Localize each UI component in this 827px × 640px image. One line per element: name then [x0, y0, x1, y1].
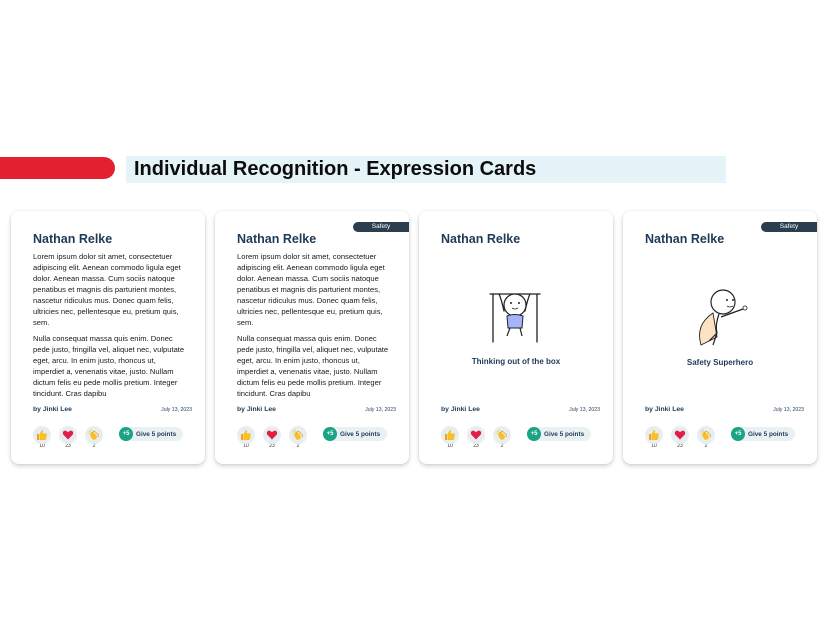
thumbs-up-reaction[interactable]: 10	[32, 426, 52, 449]
author-label: by Jinki Lee	[33, 406, 72, 413]
thumbs-up-icon	[241, 429, 251, 440]
thumbs-up-reaction[interactable]: 10	[236, 426, 256, 449]
expression-card[interactable]: Safety Nathan Relke Safety Superhero by …	[623, 211, 817, 464]
card-message: Lorem ipsum dolor sit amet, consectetuer…	[237, 251, 389, 399]
category-badge: Safety	[353, 222, 409, 232]
recipient-name: Nathan Relke	[441, 232, 521, 246]
clap-reaction[interactable]: 2	[696, 426, 716, 449]
box-character-illustration	[489, 293, 541, 343]
expression-card[interactable]: Nathan Relke Lorem ipsum dolor sit amet,…	[11, 211, 205, 464]
heart-reaction[interactable]: 23	[262, 426, 282, 449]
date-label: July 13, 2023	[569, 407, 600, 413]
points-badge: +5	[323, 427, 337, 441]
date-label: July 13, 2023	[365, 407, 396, 413]
message-paragraph: Nulla consequat massa quis enim. Donec p…	[237, 334, 389, 398]
recipient-name: Nathan Relke	[645, 232, 725, 246]
clap-icon	[700, 429, 711, 440]
author-label: by Jinki Lee	[441, 406, 480, 413]
expression-card[interactable]: Safety Nathan Relke Lorem ipsum dolor si…	[215, 211, 409, 464]
clap-icon	[292, 429, 303, 440]
page-title: Individual Recognition - Expression Card…	[134, 158, 537, 180]
heart-reaction[interactable]: 23	[466, 426, 486, 449]
superhero-character-illustration	[699, 289, 748, 346]
give-points-button[interactable]: +5 Give 5 points	[527, 427, 592, 441]
message-paragraph: Lorem ipsum dolor sit amet, consectetuer…	[237, 252, 385, 327]
message-paragraph: Lorem ipsum dolor sit amet, consectetuer…	[33, 252, 181, 327]
thumbs-up-icon	[649, 429, 659, 440]
clap-reaction[interactable]: 2	[84, 426, 104, 449]
thumbs-up-reaction[interactable]: 10	[440, 426, 460, 449]
illustration-caption: Thinking out of the box	[471, 357, 561, 366]
illustration-caption: Safety Superhero	[686, 358, 754, 367]
give-points-button[interactable]: +5 Give 5 points	[119, 427, 184, 441]
recipient-name: Nathan Relke	[237, 232, 317, 246]
author-label: by Jinki Lee	[645, 406, 684, 413]
date-label: July 13, 2023	[161, 407, 192, 413]
give-points-button[interactable]: +5 Give 5 points	[323, 427, 388, 441]
thumbs-up-reaction[interactable]: 10	[644, 426, 664, 449]
give-points-label: Give 5 points	[340, 430, 381, 438]
heart-reaction[interactable]: 23	[58, 426, 78, 449]
date-label: July 13, 2023	[773, 407, 804, 413]
give-points-label: Give 5 points	[544, 430, 585, 438]
expression-card[interactable]: Nathan Relke Thinking out of the box by …	[419, 211, 613, 464]
title-banner: Individual Recognition - Expression Card…	[126, 156, 726, 183]
clap-icon	[88, 429, 99, 440]
give-points-button[interactable]: +5 Give 5 points	[731, 427, 796, 441]
clap-reaction[interactable]: 2	[288, 426, 308, 449]
message-paragraph: Nulla consequat massa quis enim. Donec p…	[33, 334, 185, 398]
points-badge: +5	[119, 427, 133, 441]
thumbs-up-icon	[37, 429, 47, 440]
category-badge: Safety	[761, 222, 817, 232]
card-message: Lorem ipsum dolor sit amet, consectetuer…	[33, 251, 185, 399]
heart-icon	[674, 430, 686, 440]
clap-reaction[interactable]: 2	[492, 426, 512, 449]
heart-icon	[62, 430, 74, 440]
points-badge: +5	[731, 427, 745, 441]
recipient-name: Nathan Relke	[33, 232, 113, 246]
clap-icon	[496, 429, 507, 440]
give-points-label: Give 5 points	[136, 430, 177, 438]
points-badge: +5	[527, 427, 541, 441]
heart-reaction[interactable]: 23	[670, 426, 690, 449]
accent-bar	[0, 157, 115, 179]
author-label: by Jinki Lee	[237, 406, 276, 413]
heart-icon	[470, 430, 482, 440]
thumbs-up-icon	[445, 429, 455, 440]
heart-icon	[266, 430, 278, 440]
give-points-label: Give 5 points	[748, 430, 789, 438]
